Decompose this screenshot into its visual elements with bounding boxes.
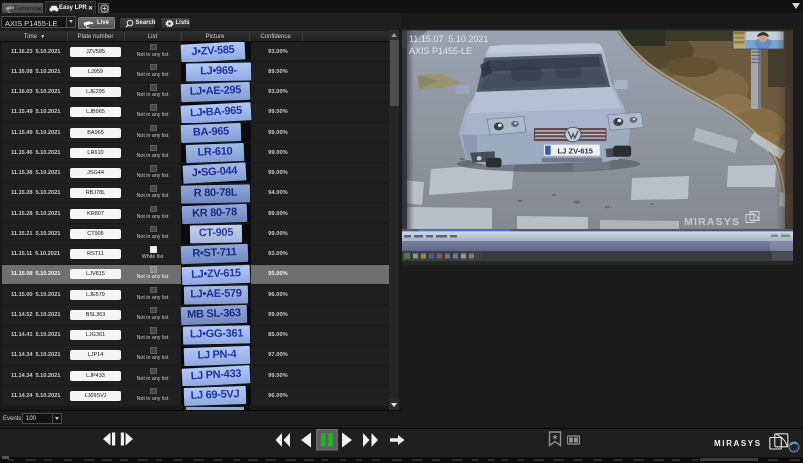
svg-text:LJ ZV-615: LJ ZV-615 bbox=[558, 147, 593, 156]
svg-text:AXIS P1455-LE: AXIS P1455-LE bbox=[409, 46, 472, 56]
svg-text:MIRASYS: MIRASYS bbox=[684, 216, 740, 228]
svg-text:11.15.07 5.10.2021: 11.15.07 5.10.2021 bbox=[409, 34, 488, 44]
